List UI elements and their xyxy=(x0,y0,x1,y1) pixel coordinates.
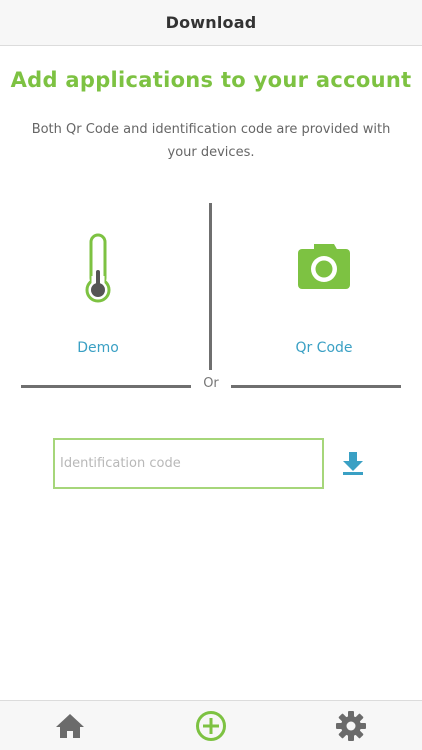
navigation-bar: Download xyxy=(0,0,422,46)
download-screen: Download Add applications to your accoun… xyxy=(0,0,422,750)
demo-option-label: Demo xyxy=(77,340,119,356)
demo-option-button[interactable]: Demo xyxy=(23,232,173,362)
qr-code-option-label: Qr Code xyxy=(295,340,353,356)
vertical-divider xyxy=(209,203,212,370)
horizontal-divider-right xyxy=(231,385,401,388)
section-heading: Add applications to your account xyxy=(10,68,412,92)
download-icon xyxy=(343,452,363,475)
tab-home[interactable] xyxy=(53,709,87,743)
horizontal-divider-left xyxy=(21,385,191,388)
or-separator-label: Or xyxy=(203,376,219,391)
page-title: Download xyxy=(165,13,257,32)
camera-icon xyxy=(249,232,399,312)
tab-bar xyxy=(0,700,422,750)
instructions-text: Both Qr Code and identification code are… xyxy=(31,122,391,160)
tab-add[interactable] xyxy=(194,709,228,743)
tab-settings[interactable] xyxy=(334,709,368,743)
download-button[interactable] xyxy=(338,448,368,478)
gear-icon xyxy=(336,711,366,741)
thermometer-icon xyxy=(23,232,173,312)
add-circle-icon xyxy=(196,711,226,741)
identification-code-input[interactable] xyxy=(53,438,324,489)
home-icon xyxy=(56,714,84,738)
qr-code-option-button[interactable]: Qr Code xyxy=(249,232,399,362)
